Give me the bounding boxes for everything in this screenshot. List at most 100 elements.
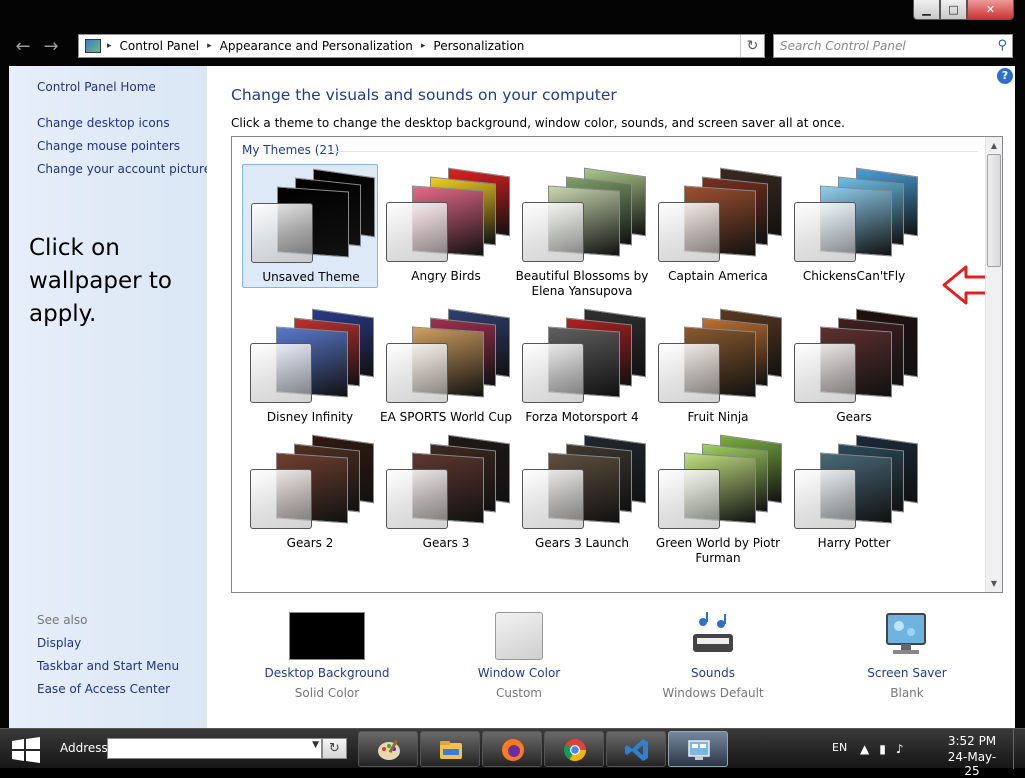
- forward-button[interactable]: →: [40, 36, 62, 58]
- sounds-icon[interactable]: [689, 610, 737, 660]
- window-color-swatch: [658, 343, 720, 403]
- screen-saver-icon[interactable]: [881, 610, 931, 660]
- dropdown-icon[interactable]: ▼: [312, 740, 319, 750]
- breadcrumb-personalization[interactable]: Personalization: [433, 39, 524, 53]
- search-icon[interactable]: ⚲: [997, 38, 1007, 53]
- scroll-thumb[interactable]: [987, 154, 1001, 267]
- window-color-swatch: [250, 469, 312, 529]
- theme-name: Gears 3: [422, 536, 470, 550]
- theme-name: Fruit Ninja: [687, 410, 749, 424]
- taskbar-vscode[interactable]: [606, 731, 666, 767]
- address-toolbar-input[interactable]: ▼: [107, 738, 322, 759]
- window-color-swatch: [251, 203, 313, 263]
- window-color-swatch: [658, 469, 720, 529]
- theme-tile[interactable]: Gears: [786, 305, 922, 429]
- theme-tile[interactable]: Harry Potter: [786, 431, 922, 555]
- theme-tile[interactable]: Disney Infinity: [242, 305, 378, 429]
- change-account-picture-link[interactable]: Change your account picture: [37, 162, 211, 176]
- address-go-button[interactable]: ↻: [322, 738, 347, 759]
- theme-tile[interactable]: Fruit Ninja: [650, 305, 786, 429]
- my-themes-heading: My Themes (21): [242, 143, 340, 157]
- minimize-button[interactable]: ▁: [913, 0, 940, 20]
- language-indicator[interactable]: EN: [832, 741, 847, 754]
- theme-tile[interactable]: ChickensCan'tFly: [786, 164, 922, 288]
- ease-of-access-link[interactable]: Ease of Access Center: [37, 682, 170, 696]
- start-button-icon[interactable]: [10, 737, 42, 763]
- back-button[interactable]: ←: [12, 36, 34, 58]
- search-input[interactable]: Search Control Panel ⚲: [773, 34, 1013, 58]
- vscode-icon: [625, 739, 648, 761]
- theme-tile[interactable]: Gears 2: [242, 431, 378, 555]
- theme-tile[interactable]: EA SPORTS World Cup: [378, 305, 514, 429]
- theme-name: Beautiful Blossoms by Elena Yansupova: [515, 269, 649, 298]
- taskbar-start-menu-link[interactable]: Taskbar and Start Menu: [37, 659, 179, 673]
- theme-name: Green World by Piotr Furman: [655, 536, 781, 565]
- theme-preview: [250, 308, 376, 403]
- theme-preview: [386, 167, 512, 262]
- theme-tile[interactable]: Forza Motorsport 4: [514, 305, 650, 429]
- change-mouse-pointers-link[interactable]: Change mouse pointers: [37, 139, 180, 153]
- theme-tile[interactable]: Gears 3 Launch: [514, 431, 650, 555]
- breadcrumb-control-panel[interactable]: Control Panel: [120, 39, 200, 53]
- window-color-swatch: [794, 469, 856, 529]
- scroll-down-icon[interactable]: ▼: [986, 575, 1002, 592]
- theme-name: EA SPORTS World Cup: [380, 410, 512, 424]
- window-color-swatch: [658, 202, 720, 262]
- theme-tile[interactable]: Angry Birds: [378, 164, 514, 288]
- show-hidden-icons-icon[interactable]: ▲: [860, 742, 869, 756]
- theme-preview: [251, 168, 377, 263]
- theme-preview: [794, 434, 920, 529]
- refresh-icon[interactable]: ↻: [740, 35, 764, 57]
- theme-tile[interactable]: Green World by Piotr Furman: [650, 431, 786, 565]
- taskbar-chrome[interactable]: [544, 731, 604, 767]
- desktop-background-icon[interactable]: [289, 612, 365, 660]
- taskbar-file-explorer[interactable]: [420, 731, 480, 767]
- close-button[interactable]: ✕: [967, 0, 1014, 20]
- desktop-background-value: Solid Color: [294, 686, 360, 700]
- vertical-scrollbar[interactable]: ▲ ▼: [985, 137, 1002, 592]
- window-color-swatch: [386, 343, 448, 403]
- window-color-swatch: [522, 343, 584, 403]
- help-icon[interactable]: ?: [997, 68, 1013, 84]
- window-color-swatch: [794, 202, 856, 262]
- theme-tile[interactable]: Unsaved Theme: [242, 164, 378, 288]
- taskbar-control-panel[interactable]: [668, 731, 728, 767]
- battery-icon[interactable]: ▮: [879, 742, 886, 756]
- change-desktop-icons-link[interactable]: Change desktop icons: [37, 116, 170, 130]
- breadcrumb-separator: ▸: [207, 41, 212, 51]
- theme-name: Disney Infinity: [266, 410, 354, 424]
- theme-tile[interactable]: Gears 3: [378, 431, 514, 555]
- volume-icon[interactable]: ♪: [896, 742, 904, 756]
- maximize-button[interactable]: □: [940, 0, 967, 20]
- control-panel-home-link[interactable]: Control Panel Home: [37, 80, 156, 94]
- taskbar-firefox[interactable]: [482, 731, 542, 767]
- window-color-icon[interactable]: [495, 612, 543, 660]
- theme-tile[interactable]: Beautiful Blossoms by Elena Yansupova: [514, 164, 650, 298]
- desktop-background-link[interactable]: Desktop Background: [247, 666, 407, 680]
- clock-date[interactable]: 24-May-25: [942, 750, 1002, 778]
- window-color-link[interactable]: Window Color: [439, 666, 599, 680]
- theme-name: Gears 3 Launch: [535, 536, 629, 550]
- divider: [328, 151, 978, 152]
- scroll-up-icon[interactable]: ▲: [986, 137, 1002, 154]
- annotation-line: wallpaper to: [29, 268, 172, 294]
- address-bar[interactable]: ▸ Control Panel ▸ Appearance and Persona…: [78, 34, 765, 58]
- window-color-swatch: [522, 469, 584, 529]
- display-link[interactable]: Display: [37, 636, 81, 650]
- annotation-text: Click on wallpaper to apply.: [29, 232, 172, 331]
- breadcrumb-appearance[interactable]: Appearance and Personalization: [220, 39, 413, 53]
- annotation-line: apply.: [29, 301, 97, 327]
- taskbar-paint[interactable]: [358, 731, 418, 767]
- page-description: Click a theme to change the desktop back…: [231, 116, 845, 130]
- system-tray: ▲ ▮ ♪: [860, 739, 930, 759]
- control-panel-icon: [85, 39, 101, 53]
- clock-time[interactable]: 3:52 PM: [942, 734, 1002, 748]
- sounds-value: Windows Default: [662, 686, 764, 700]
- personalization-window: ▁ □ ✕ ← → ▸ Control Panel ▸ Appearance a…: [0, 0, 1025, 728]
- screen-saver-link[interactable]: Screen Saver: [827, 666, 987, 680]
- sounds-link[interactable]: Sounds: [633, 666, 793, 680]
- paint-icon: [378, 739, 400, 760]
- show-desktop-button[interactable]: [1013, 729, 1025, 769]
- theme-tile[interactable]: Captain America: [650, 164, 786, 288]
- window-color-value: Custom: [496, 686, 542, 700]
